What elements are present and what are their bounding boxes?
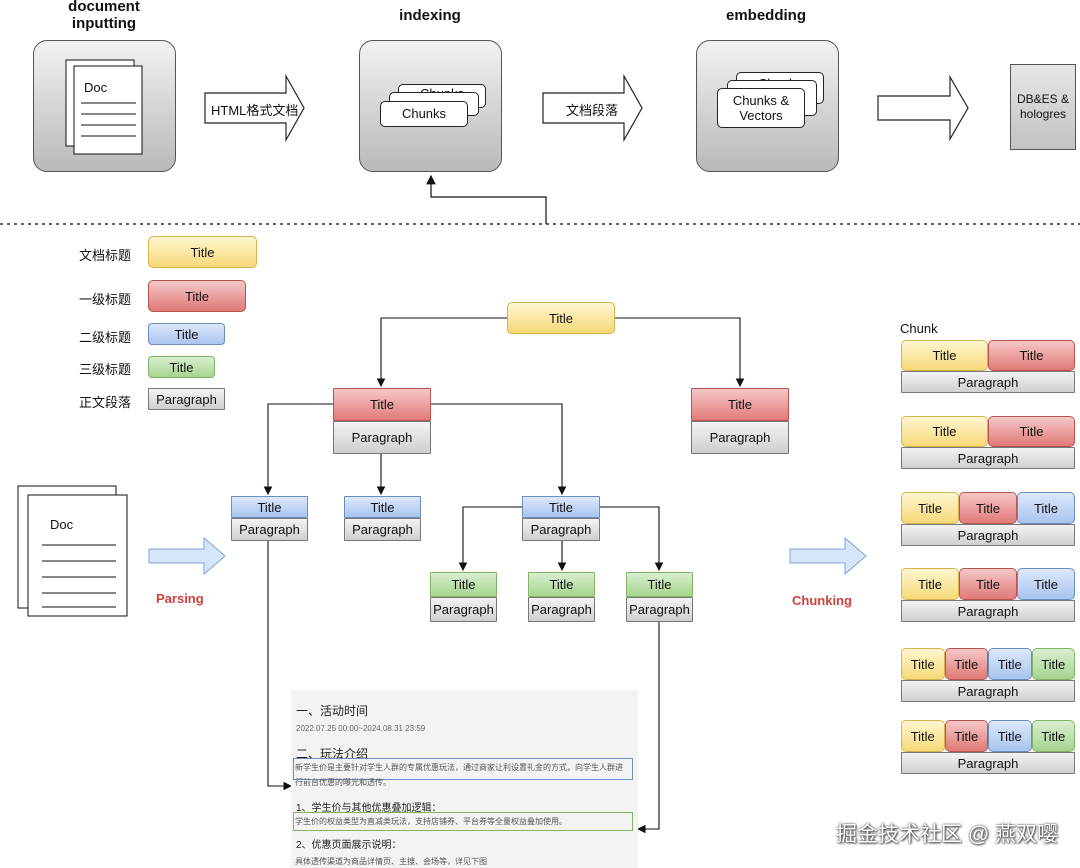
tree-h2c-title: Title (522, 496, 600, 518)
chunks-card: Chunks (380, 101, 468, 127)
chunk-3-title-2: Title (959, 492, 1017, 524)
chunks-card-label: Chunks (401, 106, 447, 121)
chunk-6-title-2: Title (944, 720, 988, 752)
arrow-label-html: HTML格式文档 (211, 103, 299, 118)
chunk-column-label: Chunk (900, 321, 938, 336)
shot-para-1a: 新学生价是主要针对学生人群的专属优惠玩法，通过商家让利设置礼金的方式，向学生人群… (295, 763, 623, 772)
legend-label-h3: 三级标题 (79, 362, 132, 377)
edge-root-to-h1a (376, 317, 507, 388)
parsing-arrow (148, 536, 226, 576)
edge-h2a-to-text (267, 541, 293, 791)
tree-h2c-paragraph: Paragraph (522, 518, 600, 541)
stage-label-embedding: embedding (725, 7, 806, 24)
chunk-6-paragraph: Paragraph (901, 752, 1075, 774)
tree-h3c-title: Title (626, 572, 693, 597)
shot-para-2: 学生价的权益类型为直减类玩法，支持店铺券、平台券等全量权益叠加使用。 (295, 817, 567, 826)
edge-root-to-h1b (615, 317, 745, 388)
tree-h2b-title: Title (344, 496, 421, 518)
chunk-4-title-3: Title (1017, 568, 1075, 600)
chunk-1-title-2: Title (988, 340, 1075, 371)
legend-label-h1: 一级标题 (79, 292, 132, 307)
chunk-2-paragraph: Paragraph (901, 447, 1075, 469)
shot-date: 2022.07.25 00:00~2024.08.31 23:59 (296, 724, 426, 733)
legend-box-h2: Title (148, 323, 225, 345)
legend-label-h2: 二级标题 (79, 330, 132, 345)
arrow-label-paragraph: 文档段落 (566, 103, 619, 118)
chunk-3-paragraph: Paragraph (901, 524, 1075, 546)
chunk-4-title-2: Title (959, 568, 1017, 600)
chunk-1-title-1: Title (901, 340, 988, 371)
chunk-2-title-2: Title (988, 416, 1075, 447)
doc-stack-icon (65, 59, 143, 155)
legend-label-paragraph: 正文段落 (79, 395, 132, 410)
db-box: DB&ES & hologres (1010, 64, 1076, 150)
chunking-arrow (789, 536, 867, 576)
tree-root-title: Title (507, 302, 615, 334)
tree-h1b-paragraph: Paragraph (691, 421, 789, 454)
chunk-5-title-1: Title (901, 648, 945, 680)
chunk-6-title-3: Title (988, 720, 1032, 752)
tree-h1b-title: Title (691, 388, 789, 421)
tree-h3c-paragraph: Paragraph (626, 597, 693, 622)
chunk-3-title-3: Title (1017, 492, 1075, 524)
chunk-5-title-4: Title (1031, 648, 1075, 680)
vectors-card: Chunks & Vectors (717, 88, 805, 128)
stage-label-indexing: indexing (399, 7, 461, 24)
chunk-2-title-1: Title (901, 416, 988, 447)
diagram-canvas: document inputting indexing embedding Do… (0, 0, 1080, 868)
tree-h1a-title: Title (333, 388, 431, 421)
feedback-connector (426, 174, 547, 224)
chunk-5-title-2: Title (944, 648, 988, 680)
legend-box-paragraph: Paragraph (148, 388, 225, 410)
shot-para-3: 具体透传渠道为商品详情页、主搜、会场等，详见下图 (295, 857, 487, 866)
edge-h1a-to-h2a (263, 403, 333, 496)
tree-h3b-paragraph: Paragraph (528, 597, 595, 622)
edge-h3c-to-text (636, 622, 660, 834)
chunk-4-paragraph: Paragraph (901, 600, 1075, 622)
edge-h2c-to-h3c (600, 506, 664, 572)
doc-card-label: Doc (84, 80, 108, 95)
chunking-label: Chunking (792, 593, 852, 608)
tree-h3a-paragraph: Paragraph (430, 597, 497, 622)
stage-label-inputting: document inputting (68, 0, 140, 32)
chunk-5-paragraph: Paragraph (901, 680, 1075, 702)
chunk-3-title-1: Title (901, 492, 959, 524)
tree-h1a-paragraph: Paragraph (333, 421, 431, 454)
tree-h2b-paragraph: Paragraph (344, 518, 421, 541)
tree-h2a-title: Title (231, 496, 308, 518)
parsing-label: Parsing (156, 591, 204, 606)
tree-h2a-paragraph: Paragraph (231, 518, 308, 541)
tree-h3a-title: Title (430, 572, 497, 597)
shot-heading-4: 2、优惠页面展示说明： (296, 840, 402, 851)
chunk-5-title-3: Title (988, 648, 1032, 680)
shot-heading-1: 一、活动时间 (296, 704, 369, 718)
watermark: 掘金技术社区 @ 燕双嘤 (836, 823, 1058, 846)
legend-box-h3: Title (148, 356, 215, 378)
tree-h3b-title: Title (528, 572, 595, 597)
left-doc-label: Doc (50, 517, 74, 532)
chunk-6-title-4: Title (1031, 720, 1075, 752)
text-screenshot: 一、活动时间 2022.07.25 00:00~2024.08.31 23:59… (291, 690, 638, 868)
legend-box-doc-title: Title (148, 236, 257, 268)
left-doc-icon (17, 485, 128, 617)
edge-h2c-to-h3a (458, 506, 522, 572)
pipeline-arrow-3 (877, 74, 969, 142)
chunk-4-title-1: Title (901, 568, 959, 600)
edge-h1a-to-h2c (430, 403, 567, 496)
legend-label-doc-title: 文档标题 (79, 248, 132, 263)
chunk-6-title-1: Title (901, 720, 945, 752)
legend-box-h1: Title (148, 280, 246, 312)
chunk-1-paragraph: Paragraph (901, 371, 1075, 393)
shot-para-1b: 行前台优惠的曝光和透传。 (295, 778, 391, 787)
